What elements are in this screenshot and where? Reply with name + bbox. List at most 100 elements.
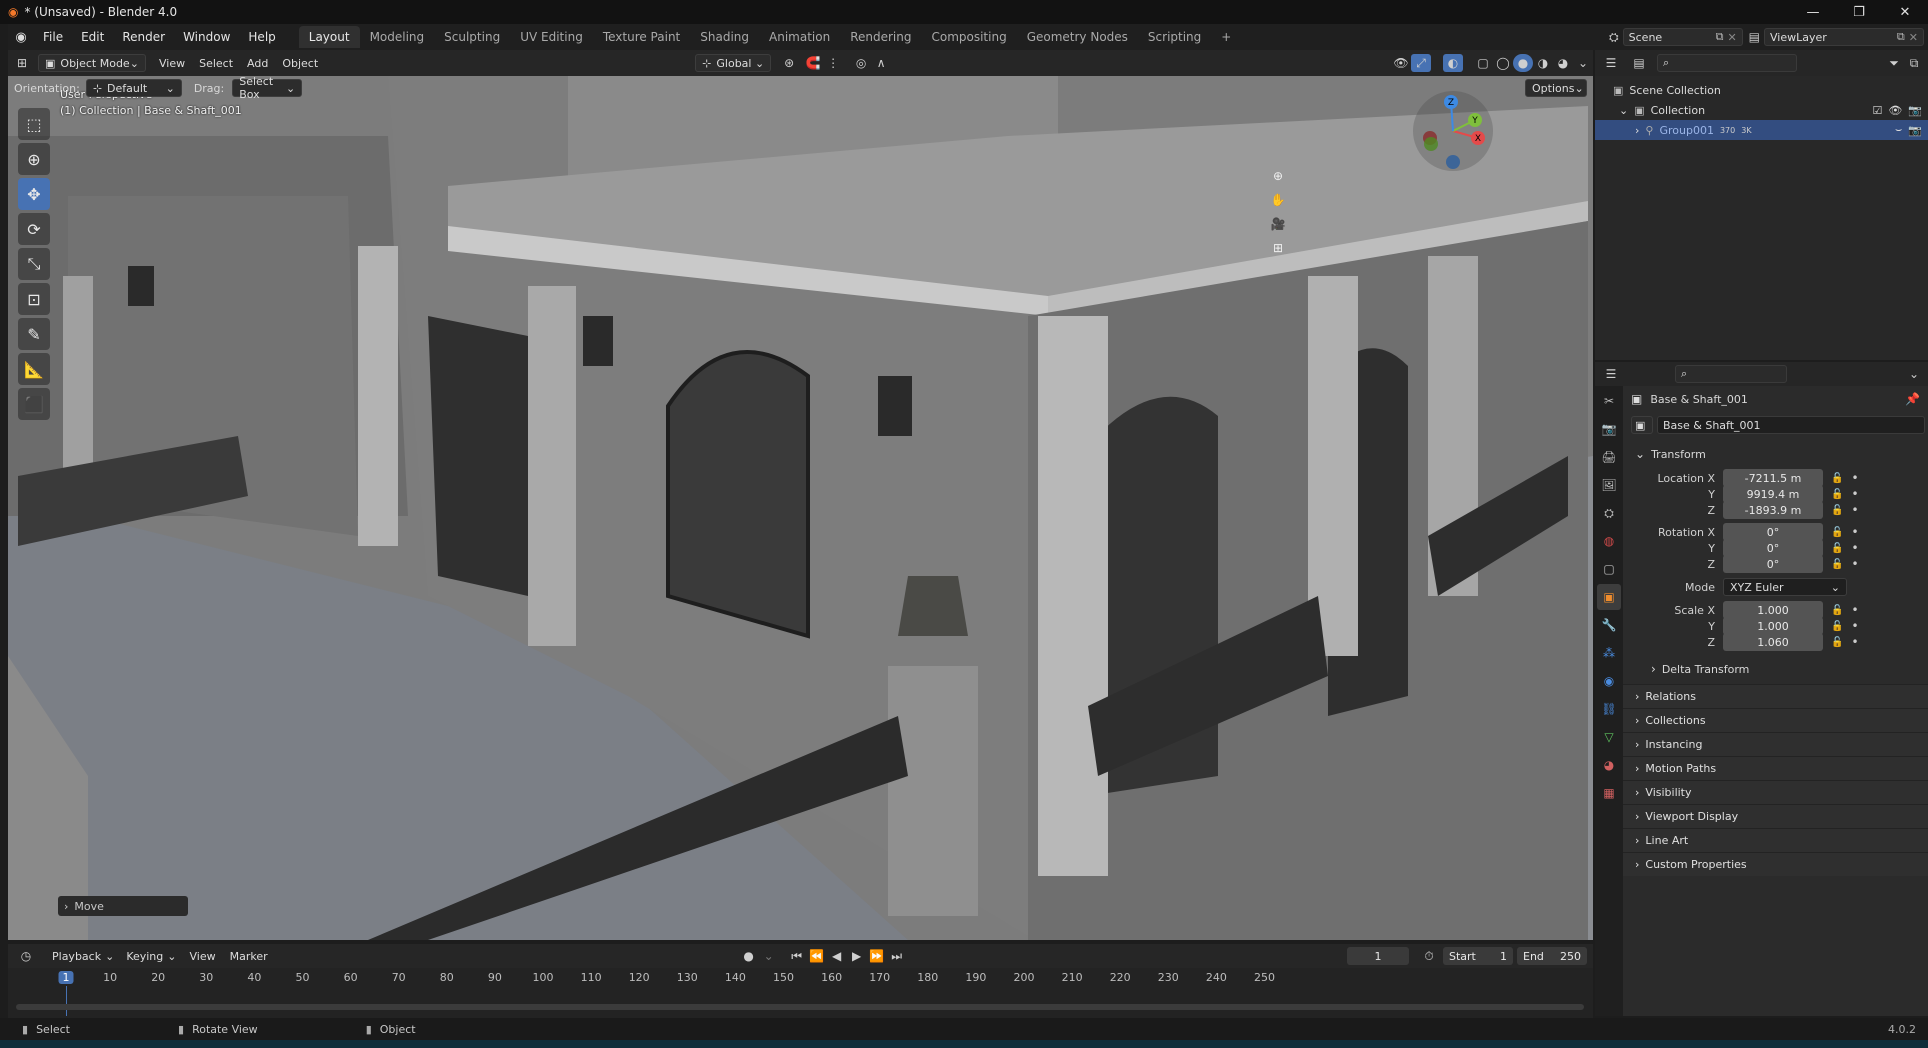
section-instancing[interactable]: › Instancing [1623, 732, 1928, 756]
properties-search-input[interactable]: ⌕ [1675, 365, 1787, 383]
menu-add[interactable]: Add [240, 57, 275, 70]
section-visibility[interactable]: › Visibility [1623, 780, 1928, 804]
menu-help[interactable]: Help [239, 24, 284, 50]
tab-geometry-nodes[interactable]: Geometry Nodes [1017, 26, 1138, 48]
keyframe-dot-icon[interactable]: • [1851, 503, 1858, 517]
eye-hidden-icon[interactable]: ⌣ [1895, 123, 1902, 137]
menu-select[interactable]: Select [192, 57, 240, 70]
transform-panel-header[interactable]: ⌄ Transform [1623, 442, 1928, 466]
menu-view[interactable]: View [152, 57, 192, 70]
timeline-scrollbar[interactable] [16, 1004, 1584, 1010]
exclude-checkbox-icon[interactable]: ☑ [1872, 104, 1882, 117]
keyframe-dot-icon[interactable]: • [1851, 619, 1858, 633]
drag-dropdown[interactable]: Select Box ⌄ [232, 75, 303, 101]
play-reverse-icon[interactable]: ◀ [827, 947, 847, 965]
prev-keyframe-icon[interactable]: ⏪ [807, 947, 827, 965]
particles-tab-icon[interactable]: ⁂ [1597, 640, 1621, 666]
outliner-row-scene-collection[interactable]: ▣ Scene Collection [1595, 80, 1928, 100]
view-layer-icon[interactable]: ▤ [1749, 30, 1760, 44]
options-dropdown[interactable]: Options ⌄ [1525, 79, 1587, 97]
keyframe-dot-icon[interactable]: • [1851, 541, 1858, 555]
section-custom-properties[interactable]: › Custom Properties [1623, 852, 1928, 876]
material-shading-icon[interactable]: ◑ [1533, 54, 1553, 72]
section-viewport-display[interactable]: › Viewport Display [1623, 804, 1928, 828]
display-mode-icon[interactable]: ▤ [1629, 54, 1649, 72]
view-layer-tab-icon[interactable]: 🖼 [1597, 472, 1621, 498]
tab-uv-editing[interactable]: UV Editing [510, 26, 593, 48]
collection-tab-icon[interactable]: ▢ [1597, 556, 1621, 582]
tab-texture-paint[interactable]: Texture Paint [593, 26, 690, 48]
marker-menu[interactable]: Marker [223, 950, 275, 963]
section-line-art[interactable]: › Line Art [1623, 828, 1928, 852]
tab-shading[interactable]: Shading [690, 26, 759, 48]
lock-icon[interactable]: 🔓 [1831, 473, 1843, 484]
frame-end-field[interactable]: End 250 [1517, 947, 1587, 965]
keyframe-dot-icon[interactable]: • [1851, 487, 1858, 501]
view-layer-selector[interactable]: ViewLayer ⧉ ✕ [1764, 28, 1924, 46]
keyframe-dot-icon[interactable]: • [1851, 603, 1858, 617]
scene-selector[interactable]: Scene ⧉ ✕ [1622, 28, 1743, 46]
outliner-row-group001[interactable]: › ⚲ Group001 370 3K ⌣ 📷 [1595, 120, 1928, 140]
cursor-tool-icon[interactable]: ⊕ [18, 143, 50, 175]
solid-shading-icon[interactable]: ● [1513, 54, 1533, 72]
expand-arrow-icon[interactable]: › [1635, 124, 1639, 137]
timeline-body[interactable]: 1 10 20 30 40 50 60 70 80 90 100 110 120 130 140 150 160… [8, 968, 1593, 1018]
keying-set-icon[interactable]: ⌄ [759, 947, 779, 965]
expand-arrow-icon[interactable]: ⌄ [1619, 104, 1628, 117]
menu-edit[interactable]: Edit [72, 24, 113, 50]
blender-menu-icon[interactable]: ◉ [8, 30, 34, 45]
keyframe-dot-icon[interactable]: • [1851, 557, 1858, 571]
rotation-mode-dropdown[interactable]: XYZ Euler ⌄ [1723, 578, 1847, 596]
constraints-tab-icon[interactable]: ⛓ [1597, 696, 1621, 722]
jump-start-icon[interactable]: ⏮ [787, 947, 807, 965]
keyframe-dot-icon[interactable]: • [1851, 525, 1858, 539]
visibility-icon[interactable]: 👁 [1391, 54, 1411, 72]
add-workspace-button[interactable]: + [1211, 26, 1241, 48]
scale-z-field[interactable]: 1.060 [1723, 633, 1823, 651]
output-tab-icon[interactable]: 🖨 [1597, 444, 1621, 470]
snap-icon[interactable]: 🧲 [803, 54, 823, 72]
lock-icon[interactable]: 🔓 [1831, 489, 1843, 500]
menu-file[interactable]: File [34, 24, 72, 50]
shading-options-icon[interactable]: ⌄ [1573, 54, 1593, 72]
play-icon[interactable]: ▶ [847, 947, 867, 965]
last-operator-panel[interactable]: › Move [58, 896, 188, 916]
material-tab-icon[interactable]: ◕ [1597, 752, 1621, 778]
pin-icon[interactable]: 📌 [1905, 392, 1920, 406]
section-collections[interactable]: › Collections [1623, 708, 1928, 732]
pan-hand-icon[interactable]: ✋ [1268, 188, 1288, 212]
data-tab-icon[interactable]: ▽ [1597, 724, 1621, 750]
playhead-line[interactable] [66, 986, 67, 1016]
menu-render[interactable]: Render [113, 24, 174, 50]
object-name-field[interactable]: Base & Shaft_001 [1657, 416, 1925, 434]
keyframe-dot-icon[interactable]: • [1851, 471, 1858, 485]
outliner-row-collection[interactable]: ⌄ ▣ Collection ☑ 👁 📷 [1595, 100, 1928, 120]
outliner-search-input[interactable]: ⌕ [1657, 54, 1797, 72]
scene-tab-icon[interactable]: ⛭ [1597, 500, 1621, 526]
object-mode-dropdown[interactable]: ▣ Object Mode ⌄ [38, 54, 146, 72]
timeline-view-menu[interactable]: View [182, 950, 222, 963]
delete-view-layer-icon[interactable]: ✕ [1909, 31, 1918, 44]
delta-transform-subpanel[interactable]: › Delta Transform [1623, 658, 1928, 680]
add-cube-tool-icon[interactable]: ⬛ [18, 388, 50, 420]
menu-window[interactable]: Window [174, 24, 239, 50]
move-tool-icon[interactable]: ✥ [18, 178, 50, 210]
tab-compositing[interactable]: Compositing [921, 26, 1016, 48]
render-camera-icon[interactable]: 📷 [1908, 104, 1922, 117]
tab-layout[interactable]: Layout [298, 26, 360, 48]
transform-tool-icon[interactable]: ⊡ [18, 283, 50, 315]
select-box-tool-icon[interactable]: ⬚ [18, 108, 50, 140]
eye-icon[interactable]: 👁 [1888, 104, 1902, 117]
measure-tool-icon[interactable]: 📐 [18, 353, 50, 385]
lock-icon[interactable]: 🔓 [1831, 605, 1843, 616]
scene-icon[interactable]: ⛭ [1609, 30, 1619, 45]
delete-scene-icon[interactable]: ✕ [1727, 31, 1736, 44]
object-datablock-icon[interactable]: ▣ [1631, 416, 1653, 434]
tab-animation[interactable]: Animation [759, 26, 840, 48]
texture-tab-icon[interactable]: ▦ [1597, 780, 1621, 806]
frame-ruler[interactable]: 1 10 20 30 40 50 60 70 80 90 100 110 120 130 140 150 160… [8, 968, 1593, 1016]
minimize-button[interactable]: — [1790, 0, 1836, 24]
wireframe-shading-icon[interactable]: ◯ [1493, 54, 1513, 72]
rendered-shading-icon[interactable]: ◕ [1553, 54, 1573, 72]
timeline-editor-type-icon[interactable]: ◷ [16, 947, 36, 965]
